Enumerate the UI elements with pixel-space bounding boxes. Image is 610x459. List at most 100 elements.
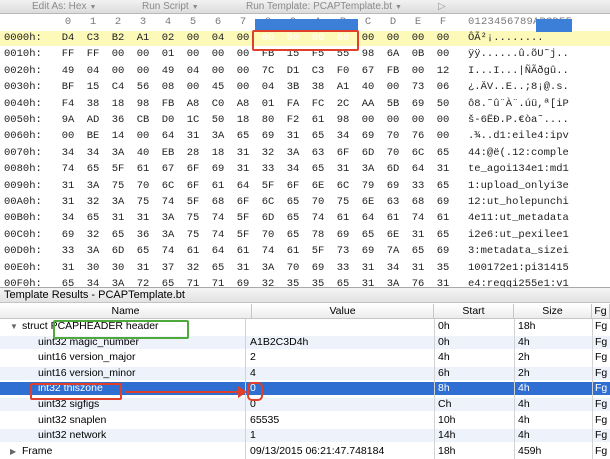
hex-byte[interactable]: 34 [333,130,353,142]
hex-byte[interactable]: FF [58,48,78,60]
hex-byte[interactable]: 34 [383,262,403,274]
disclosure-open-icon[interactable]: ▼ [10,320,18,333]
hex-byte[interactable]: 00 [133,48,153,60]
hex-byte[interactable]: 14 [108,130,128,142]
hex-byte[interactable]: 64 [208,245,228,257]
hex-byte[interactable]: 32 [258,147,278,159]
result-row[interactable]: uint16 version_minor 4 6h 2h Fg [0,366,610,380]
hex-byte[interactable]: 74 [258,245,278,257]
hex-byte[interactable]: CB [133,114,153,126]
hex-byte[interactable]: 65 [283,229,303,241]
hex-byte[interactable]: 35 [433,262,453,274]
hex-byte[interactable]: C4 [108,81,128,93]
hex-byte[interactable]: 61 [333,212,353,224]
hex-row[interactable]: 0030h: BF 15 C4 56 08 00 45 00 04 3B 38 A1 40 00 73 06 ¿.… [0,80,610,95]
hex-byte[interactable]: 98 [133,98,153,110]
hex-byte[interactable]: A8 [183,98,203,110]
hex-byte[interactable]: 3A [158,212,178,224]
hex-byte[interactable]: 00 [358,114,378,126]
hex-byte[interactable]: FF [83,48,103,60]
hex-byte[interactable]: BE [83,130,103,142]
hex-byte[interactable]: 98 [333,114,353,126]
hex-byte[interactable]: 01 [258,98,278,110]
hex-byte[interactable]: 6F [233,196,253,208]
hex-byte[interactable]: 33 [58,245,78,257]
hex-byte[interactable]: 6F [183,180,203,192]
hex-byte[interactable]: 08 [158,81,178,93]
hex-byte[interactable]: 6E [358,196,378,208]
hex-byte[interactable]: 65 [108,229,128,241]
ascii-text[interactable]: 100172e1:pi31415 [468,262,569,274]
hex-byte[interactable]: 6C [258,196,278,208]
hex-byte[interactable]: 00 [108,65,128,77]
hex-byte[interactable]: AD [83,114,103,126]
hex-byte[interactable]: 6C [408,147,428,159]
hex-byte[interactable]: 00 [233,65,253,77]
hex-byte[interactable]: 64 [358,212,378,224]
ascii-text[interactable]: i2e6:ut_pexilee1 [468,229,569,241]
hex-byte[interactable]: 45 [208,81,228,93]
hex-byte[interactable]: 40 [358,81,378,93]
hex-byte[interactable]: 68 [208,196,228,208]
hex-byte[interactable]: 31 [408,262,428,274]
hex-byte[interactable]: 31 [133,212,153,224]
hex-byte[interactable]: 69 [333,229,353,241]
hex-byte[interactable]: 65 [83,163,103,175]
hex-byte[interactable]: 04 [208,32,228,44]
run-script-dropdown[interactable]: Run Script ▼ [142,1,199,12]
hex-byte[interactable]: 74 [408,212,428,224]
hex-byte[interactable]: 70 [133,180,153,192]
hex-byte[interactable]: A1 [133,32,153,44]
hex-byte[interactable]: 31 [183,130,203,142]
hex-byte[interactable]: 75 [333,196,353,208]
ascii-text[interactable]: š-6ËÐ.P.€òa˜.... [468,114,569,126]
hex-row[interactable]: 00A0h: 31 32 3A 75 74 5F 68 6F 6C 65 70 75 6E 63 68 69 12… [0,195,610,210]
hex-byte[interactable]: 61 [233,245,253,257]
hex-byte[interactable]: 5B [383,98,403,110]
hex-byte[interactable]: 31 [133,262,153,274]
hex-byte[interactable]: 5F [233,229,253,241]
hex-row[interactable]: 00D0h: 33 3A 6D 65 74 61 64 61 74 61 5F 73 69 7A 65 69 3:… [0,244,610,259]
hex-byte[interactable]: D1 [283,65,303,77]
hex-byte[interactable]: 69 [58,229,78,241]
hex-row[interactable]: 0090h: 31 3A 75 70 6C 6F 61 64 5F 6F 6E 6C 79 69 33 65 1:… [0,179,610,194]
hex-byte[interactable]: 56 [133,81,153,93]
hex-byte[interactable]: 64 [233,180,253,192]
hex-byte[interactable]: 1C [183,114,203,126]
hex-byte[interactable]: 70 [258,229,278,241]
hex-byte[interactable]: 40 [133,147,153,159]
hex-byte[interactable]: 3A [83,245,103,257]
hex-byte[interactable]: 9A [58,114,78,126]
hex-byte[interactable]: 3A [208,130,228,142]
hex-byte[interactable]: BF [58,81,78,93]
hex-byte[interactable]: 37 [158,262,178,274]
hex-byte[interactable]: 5F [108,163,128,175]
hex-byte[interactable]: 65 [433,180,453,192]
hex-byte[interactable]: 31 [233,163,253,175]
hex-byte[interactable]: 67 [358,65,378,77]
hex-byte[interactable]: 76 [408,130,428,142]
hex-byte[interactable]: 70 [383,130,403,142]
hex-byte[interactable]: 69 [308,262,328,274]
hex-byte[interactable]: 61 [133,163,153,175]
hex-byte[interactable]: 78 [308,229,328,241]
hex-row[interactable]: 0080h: 74 65 5F 61 67 6F 69 31 33 34 65 31 3A 6D 64 31 te… [0,162,610,177]
hex-byte[interactable]: 38 [83,98,103,110]
hex-byte[interactable]: 31 [58,262,78,274]
hex-byte[interactable]: 38 [308,81,328,93]
hex-byte[interactable]: 50 [433,98,453,110]
hex-byte[interactable]: 67 [158,163,178,175]
hex-byte[interactable]: 7A [383,245,403,257]
hex-byte[interactable]: 6E [308,180,328,192]
hex-byte[interactable]: 6D [383,163,403,175]
hex-row[interactable]: 0050h: 9A AD 36 CB D0 1C 50 18 80 F2 61 98 00 00 00 00 š-… [0,113,610,128]
hex-byte[interactable]: F4 [58,98,78,110]
hex-byte[interactable]: 61 [433,212,453,224]
hex-byte[interactable]: 30 [108,262,128,274]
hex-byte[interactable]: 31 [283,130,303,142]
hex-byte[interactable]: 64 [408,163,428,175]
hex-byte[interactable]: C3 [83,32,103,44]
column-header-start[interactable]: Start [434,304,514,319]
hex-byte[interactable]: 36 [133,229,153,241]
hex-byte[interactable]: 65 [433,147,453,159]
